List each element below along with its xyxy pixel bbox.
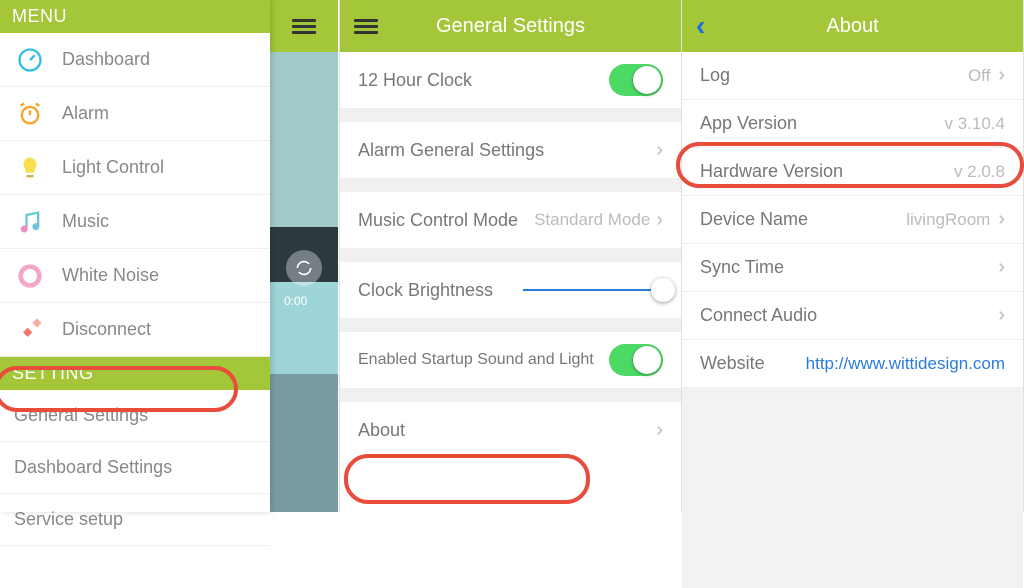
menu-item-dashboard[interactable]: Dashboard [0,33,270,87]
back-button[interactable]: ‹ [696,10,705,42]
settings-list: 12 Hour Clock Alarm General Settings › M… [340,52,681,458]
row-value: v 3.10.4 [945,114,1006,134]
chevron-right-icon: › [998,208,1005,231]
row-label: Website [700,353,765,374]
empty-space [682,388,1023,588]
plug-icon [14,316,46,344]
music-icon [14,208,46,236]
page-title: General Settings [436,15,585,38]
row-app-version: App Version v 3.10.4 [682,100,1023,148]
menu-item-label: Dashboard [62,49,150,70]
sync-icon [286,250,322,286]
page-title: About [826,15,878,38]
behind-time-label: 0:00 [284,294,307,308]
row-label: Connect Audio [700,305,817,326]
brightness-slider[interactable] [523,289,663,291]
row-label: Alarm General Settings [358,140,544,161]
row-log[interactable]: Log Off › [682,52,1023,100]
row-music-mode[interactable]: Music Control Mode Standard Mode › [340,192,681,248]
toggle-startup[interactable] [609,344,663,376]
row-connect-audio[interactable]: Connect Audio › [682,292,1023,340]
setting-item-service[interactable]: Service setup [0,494,270,546]
row-sync-time[interactable]: Sync Time › [682,244,1023,292]
website-link[interactable]: http://www.wittidesign.com [806,354,1005,374]
row-label: Music Control Mode [358,210,518,231]
row-startup-sound: Enabled Startup Sound and Light [340,332,681,388]
row-label: Enabled Startup Sound and Light [358,351,594,369]
row-label: Log [700,65,730,86]
chevron-right-icon: › [656,139,663,162]
chevron-right-icon: › [998,64,1005,87]
menu-item-music[interactable]: Music [0,195,270,249]
menu-section-header: MENU [0,0,270,33]
menu-drawer: MENU Dashboard Alarm Light Control Music [0,0,270,512]
chevron-right-icon: › [656,209,663,232]
row-label: Sync Time [700,257,784,278]
row-device-name[interactable]: Device Name livingRoom › [682,196,1023,244]
row-label: App Version [700,113,797,134]
menu-item-label: Light Control [62,157,164,178]
row-label: Device Name [700,209,808,230]
behind-header [270,0,338,52]
setting-section-header: SETTING [0,357,270,390]
menu-item-label: Music [62,211,109,232]
row-label: Clock Brightness [358,280,493,301]
row-value: Off [968,66,990,86]
row-about[interactable]: About › [340,402,681,458]
row-hardware-version: Hardware Version v 2.0.8 [682,148,1023,196]
toggle-12hour[interactable] [609,64,663,96]
bulb-icon [14,154,46,182]
menu-item-label: Disconnect [62,319,151,340]
screen-general-settings: General Settings 12 Hour Clock Alarm Gen… [340,0,682,512]
drawer-behind-content: 0:00 [270,0,338,512]
row-value: v 2.0.8 [954,162,1005,182]
row-value: Standard Mode [534,210,650,230]
chevron-right-icon: › [656,419,663,442]
menu-item-light[interactable]: Light Control [0,141,270,195]
menu-item-alarm[interactable]: Alarm [0,87,270,141]
row-value: livingRoom [906,210,990,230]
row-alarm-general[interactable]: Alarm General Settings › [340,122,681,178]
topbar: General Settings [340,0,681,52]
hamburger-icon[interactable] [292,16,316,37]
alarm-icon [14,100,46,128]
menu-item-label: Alarm [62,103,109,124]
menu-item-disconnect[interactable]: Disconnect [0,303,270,357]
row-12hour-clock: 12 Hour Clock [340,52,681,108]
menu-item-whitenoise[interactable]: White Noise [0,249,270,303]
menu-item-label: White Noise [62,265,159,286]
row-website[interactable]: Website http://www.wittidesign.com [682,340,1023,388]
chevron-right-icon: › [998,304,1005,327]
dashboard-icon [14,46,46,74]
setting-item-general[interactable]: General Settings [0,390,270,442]
hamburger-icon[interactable] [354,16,378,37]
chevron-right-icon: › [998,256,1005,279]
row-label: About [358,420,405,441]
screen-about: ‹ About Log Off › App Version v 3.10.4 H… [682,0,1024,512]
setting-item-dashboard[interactable]: Dashboard Settings [0,442,270,494]
screen-menu-drawer: MENU Dashboard Alarm Light Control Music [0,0,340,512]
annotation-circle [344,454,590,504]
row-label: Hardware Version [700,161,843,182]
row-clock-brightness: Clock Brightness [340,262,681,318]
topbar: ‹ About [682,0,1023,52]
row-label: 12 Hour Clock [358,70,472,91]
whitenoise-icon [14,262,46,290]
